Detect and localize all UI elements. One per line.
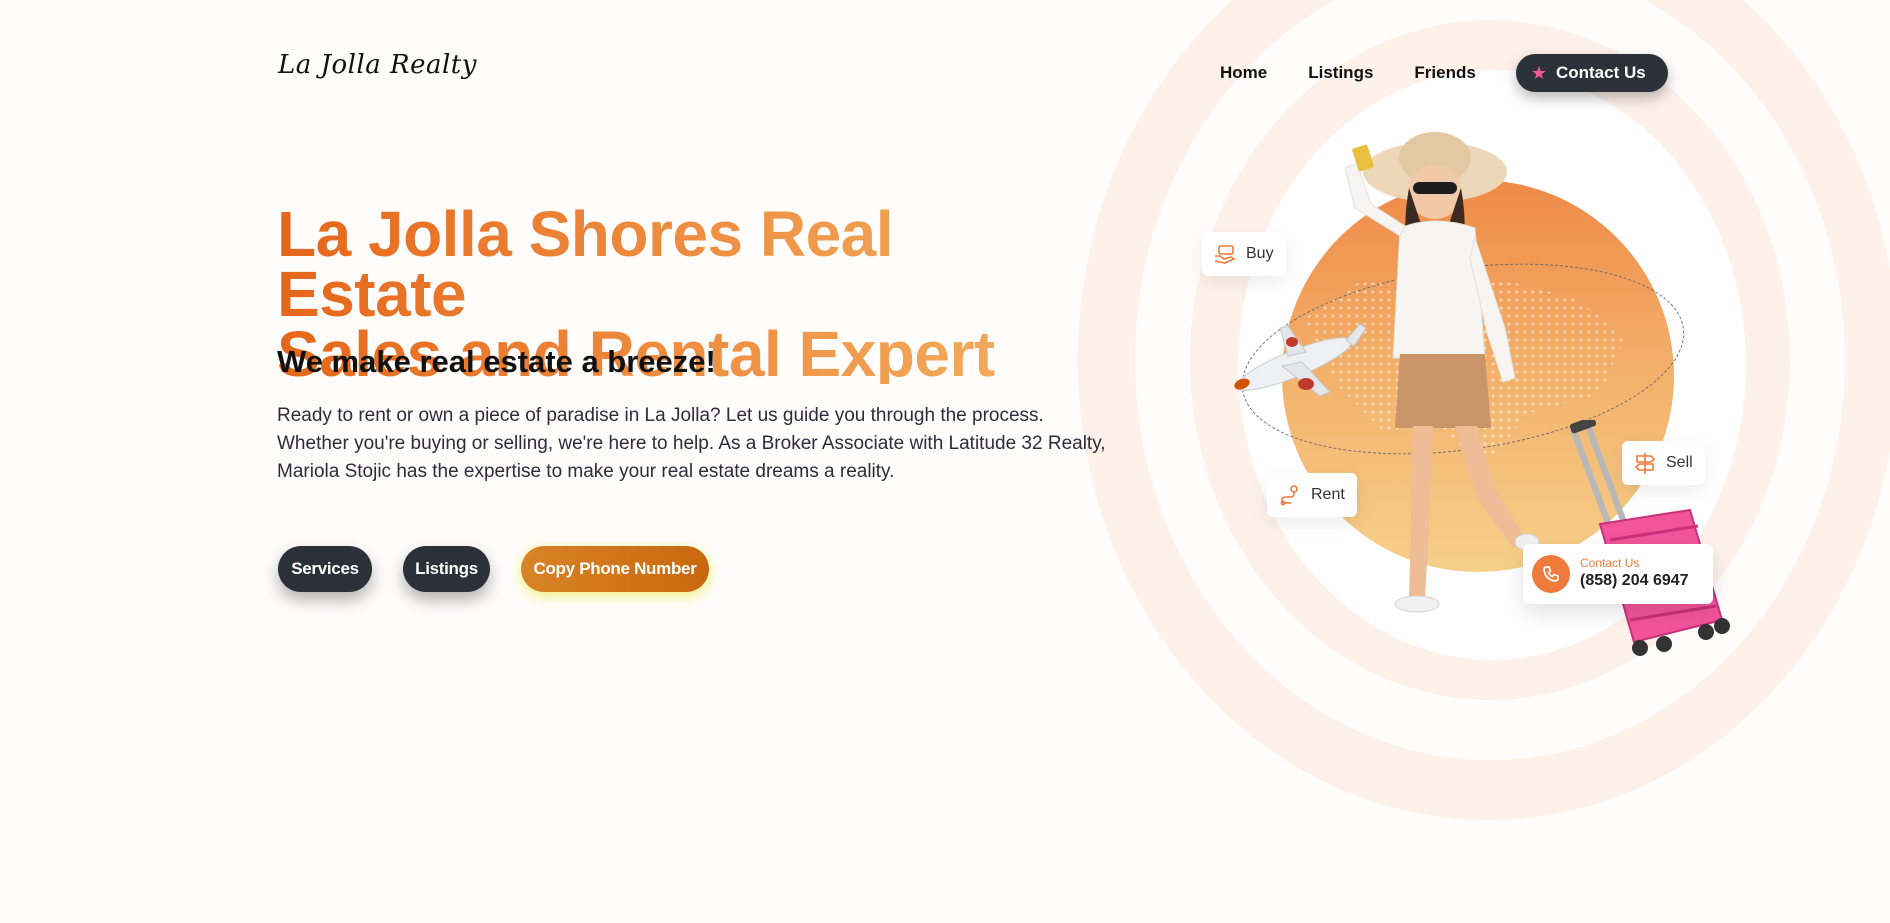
services-button[interactable]: Services	[278, 546, 372, 592]
hero-headline-line1: La Jolla Shores Real Estate	[277, 198, 894, 330]
rent-chip-label: Rent	[1311, 486, 1345, 503]
phone-icon	[1532, 555, 1570, 593]
hero-subheadline: We make real estate a breeze!	[277, 344, 716, 379]
rent-chip[interactable]: Rent	[1267, 473, 1357, 517]
contact-us-button[interactable]: ★ Contact Us	[1515, 54, 1668, 92]
phone-contact-card[interactable]: Contact Us (858) 204 6947	[1523, 544, 1713, 604]
nav-item-listings[interactable]: Listings	[1308, 63, 1373, 83]
phone-card-label: Contact Us	[1580, 556, 1640, 570]
money-hand-icon	[1214, 245, 1236, 264]
star-icon: ★	[1530, 63, 1547, 83]
copy-phone-number-button[interactable]: Copy Phone Number	[521, 546, 709, 592]
signpost-icon	[1634, 453, 1656, 474]
sell-chip[interactable]: Sell	[1622, 441, 1705, 485]
main-nav: Home Listings Friends ★ Contact Us	[1220, 54, 1668, 92]
sell-chip-label: Sell	[1666, 454, 1693, 471]
nav-item-home[interactable]: Home	[1220, 63, 1267, 83]
listings-button[interactable]: Listings	[403, 546, 490, 592]
route-icon	[1280, 485, 1298, 506]
buy-chip-label: Buy	[1246, 245, 1274, 262]
nav-item-friends[interactable]: Friends	[1414, 63, 1475, 83]
site-logo[interactable]: La Jolla Realty	[278, 50, 477, 80]
contact-us-label: Contact Us	[1555, 63, 1646, 82]
phone-card-text: Contact Us (858) 204 6947	[1580, 556, 1689, 592]
buy-chip[interactable]: Buy	[1202, 232, 1286, 276]
phone-number: (858) 204 6947	[1580, 572, 1689, 589]
hero-description: Ready to rent or own a piece of paradise…	[277, 405, 1106, 482]
